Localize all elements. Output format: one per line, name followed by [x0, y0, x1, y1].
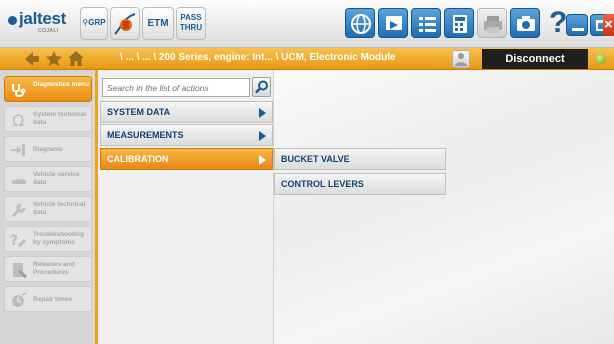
action-item-label: CALIBRATION	[107, 154, 169, 164]
submenu-item-label: CONTROL LEVERS	[281, 179, 364, 189]
stethoscope-icon	[12, 84, 26, 98]
nav-item-troubleshooting-by-symptoms[interactable]: ? Troubleshooting by symptoms	[4, 226, 92, 252]
list-button[interactable]	[411, 8, 441, 38]
globe-icon	[351, 14, 371, 34]
content-area	[274, 70, 614, 344]
close-icon: ×	[604, 16, 613, 33]
repair-clock-icon	[12, 292, 27, 307]
globe-button[interactable]	[345, 8, 375, 38]
action-item-label: MEASUREMENTS	[107, 130, 184, 140]
logo-dot-icon	[8, 16, 17, 25]
submenu-item-bucket-valve[interactable]: BUCKET VALVE	[274, 148, 446, 170]
nav-item-diagnostics-menu[interactable]: Diagnostics menu	[4, 76, 92, 102]
connector-icon	[114, 13, 136, 35]
nav-item-diagrams[interactable]: Diagrams	[4, 136, 92, 162]
screen-tool-button[interactable]	[378, 8, 408, 38]
close-button[interactable]: ×	[603, 14, 614, 36]
favorite-star-icon[interactable]	[44, 48, 64, 70]
nav-item-label: Vehicle technical data	[33, 201, 86, 216]
logo-subtext: COJALI	[38, 28, 59, 34]
pass-thru-button[interactable]: PASS THRU	[176, 7, 206, 40]
search-icon	[255, 80, 268, 94]
document-icon	[13, 263, 27, 278]
action-item-measurements[interactable]: MEASUREMENTS	[100, 124, 273, 146]
diagram-arrow-icon	[11, 144, 25, 156]
disconnect-button[interactable]: Disconnect	[482, 49, 588, 69]
list-icon	[419, 17, 436, 32]
calculator-button[interactable]	[444, 8, 474, 38]
print-button[interactable]	[477, 8, 507, 38]
minimize-button[interactable]	[566, 14, 588, 36]
nav-item-system-technical-data[interactable]: Ω System technical data	[4, 106, 92, 132]
nav-item-label: System technical data	[33, 111, 87, 126]
pass-thru-label-bottom: THRU	[179, 23, 203, 32]
omega-icon: Ω	[12, 112, 24, 128]
etm-button[interactable]: ETM	[142, 7, 174, 40]
nav-item-label: Troubleshooting by symptoms	[33, 231, 84, 246]
nav-item-vehicle-service-data[interactable]: Vehicle service data	[4, 166, 92, 192]
nav-item-releases-and-procedures[interactable]: Releases and Procedures	[4, 256, 92, 282]
nav-item-repair-times[interactable]: Repair times	[4, 286, 92, 312]
screenshot-button[interactable]	[510, 8, 540, 38]
grp-button[interactable]: ⚲GRP	[80, 7, 108, 40]
nav-item-label: Diagrams	[33, 146, 63, 153]
user-button[interactable]	[452, 50, 470, 68]
question-wrench-icon: ?	[10, 233, 27, 248]
search-input[interactable]: Search in the list of actions	[102, 78, 250, 97]
calculator-icon	[453, 15, 467, 33]
nav-item-label: Diagnostics menu	[33, 81, 89, 88]
oil-can-icon	[11, 179, 26, 184]
left-navigation: Diagnostics menu Ω System technical data…	[0, 70, 98, 344]
action-item-system-data[interactable]: SYSTEM DATA	[100, 101, 273, 123]
help-icon: ?	[549, 6, 568, 39]
svg-text:Ω: Ω	[12, 112, 24, 128]
logo-text: jaltest	[19, 9, 67, 28]
svg-text:?: ?	[10, 233, 18, 248]
action-item-label: SYSTEM DATA	[107, 107, 171, 117]
person-icon	[455, 53, 467, 66]
minimize-icon	[572, 28, 584, 31]
pass-thru-label-top: PASS	[180, 13, 202, 22]
nav-item-label: Vehicle service data	[33, 171, 80, 186]
camera-icon	[517, 16, 535, 31]
printer-icon	[484, 16, 502, 33]
etm-label: ETM	[147, 18, 169, 29]
submenu-item-control-levers[interactable]: CONTROL LEVERS	[274, 173, 446, 195]
breadcrumb-path[interactable]: \ ... \ ... \ 200 Series, engine: Int...…	[120, 52, 396, 63]
search-button[interactable]	[252, 77, 271, 97]
grp-label: GRP	[88, 18, 106, 27]
jaltest-logo: jaltest COJALI	[8, 10, 66, 36]
home-icon[interactable]	[66, 48, 86, 70]
submenu-item-label: BUCKET VALVE	[281, 154, 350, 164]
action-item-calibration[interactable]: CALIBRATION	[100, 148, 273, 170]
nav-item-label: Releases and Procedures	[33, 261, 75, 276]
chevron-right-icon	[259, 108, 266, 118]
nav-item-vehicle-technical-data[interactable]: Vehicle technical data	[4, 196, 92, 222]
connection-status-led	[596, 54, 606, 64]
wrench-icon	[11, 203, 26, 218]
nav-item-label: Repair times	[33, 296, 73, 303]
screen-icon	[386, 16, 402, 30]
connector-tool-button[interactable]	[110, 7, 140, 40]
chevron-right-icon	[259, 131, 266, 141]
main-toolbar: jaltest COJALI ⚲GRP ETM PASS THRU ?	[0, 0, 614, 48]
chevron-right-icon	[259, 155, 266, 165]
back-arrow-icon[interactable]	[22, 48, 42, 70]
